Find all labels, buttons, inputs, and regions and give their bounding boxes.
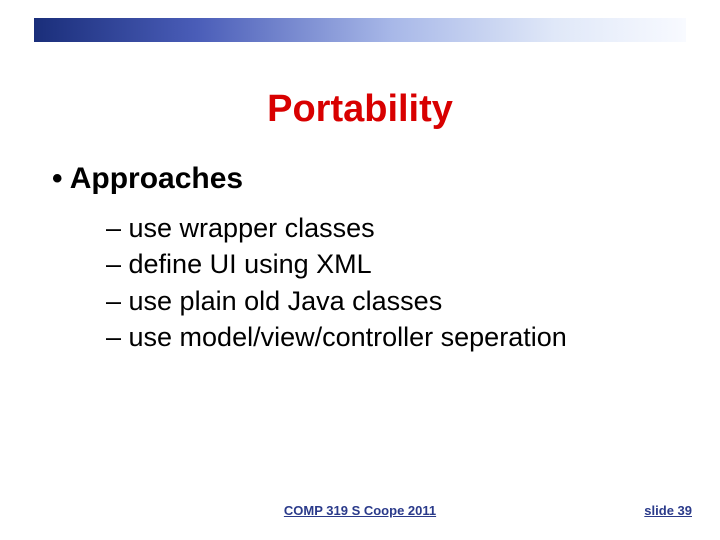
sub-bullet-list: – use wrapper classes – define UI using … [106, 210, 680, 356]
footer-course-label: COMP 319 S Coope 2011 [0, 503, 720, 518]
slide-content: • Approaches – use wrapper classes – def… [52, 162, 680, 356]
slide-title: Portability [0, 88, 720, 131]
sub-bullet-item: – use wrapper classes [106, 210, 680, 246]
sub-bullet-item: – define UI using XML [106, 246, 680, 282]
footer-slide-number: slide 39 [644, 503, 692, 518]
header-gradient-bar [34, 18, 686, 42]
main-bullet: • Approaches [52, 162, 680, 196]
sub-bullet-item: – use plain old Java classes [106, 283, 680, 319]
sub-bullet-item: – use model/view/controller seperation [106, 319, 680, 355]
